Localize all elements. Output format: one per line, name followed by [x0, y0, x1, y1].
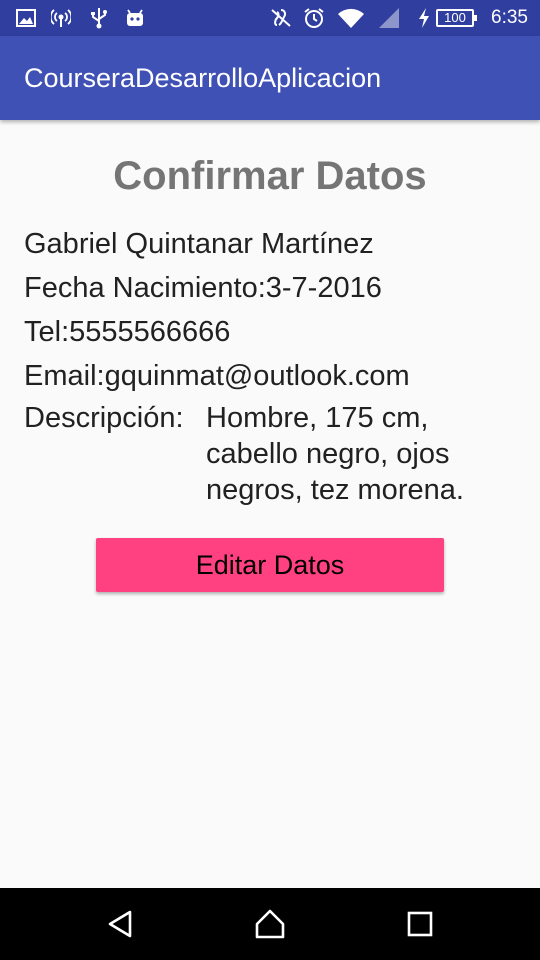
main-content: Confirmar Datos Gabriel Quintanar Martín…	[0, 120, 540, 888]
navigation-bar	[0, 888, 540, 960]
birthdate-text: Fecha Nacimiento:3-7-2016	[24, 272, 382, 304]
description-label: Descripción:	[24, 402, 184, 434]
back-icon[interactable]	[100, 908, 140, 940]
wifi-hotspot-icon	[50, 6, 72, 30]
home-icon[interactable]	[250, 908, 290, 940]
gallery-icon	[14, 6, 38, 30]
app-bar: CourseraDesarrolloAplicacion	[0, 36, 540, 120]
hearing-aid-icon	[268, 6, 294, 30]
charging-icon	[416, 6, 432, 30]
description-value: Hombre, 175 cm, cabello negro, ojos negr…	[206, 402, 464, 506]
wifi-icon	[336, 6, 366, 30]
usb-icon	[88, 6, 110, 30]
signal-icon	[376, 6, 402, 30]
phone-text: Tel:5555566666	[24, 316, 231, 348]
alarm-icon	[302, 6, 326, 30]
email-text: Email:gquinmat@outlook.com	[24, 360, 410, 392]
app-title: CourseraDesarrolloAplicacion	[24, 63, 382, 93]
recents-icon[interactable]	[400, 908, 440, 940]
name-text: Gabriel Quintanar Martínez	[24, 228, 374, 260]
page-title: Confirmar Datos	[113, 154, 427, 198]
android-icon	[124, 6, 146, 30]
clock: 6:35	[491, 7, 528, 28]
battery-icon: 100	[436, 9, 477, 27]
status-bar: 100 6:35	[0, 0, 540, 36]
edit-data-button[interactable]: Editar Datos	[96, 538, 444, 592]
